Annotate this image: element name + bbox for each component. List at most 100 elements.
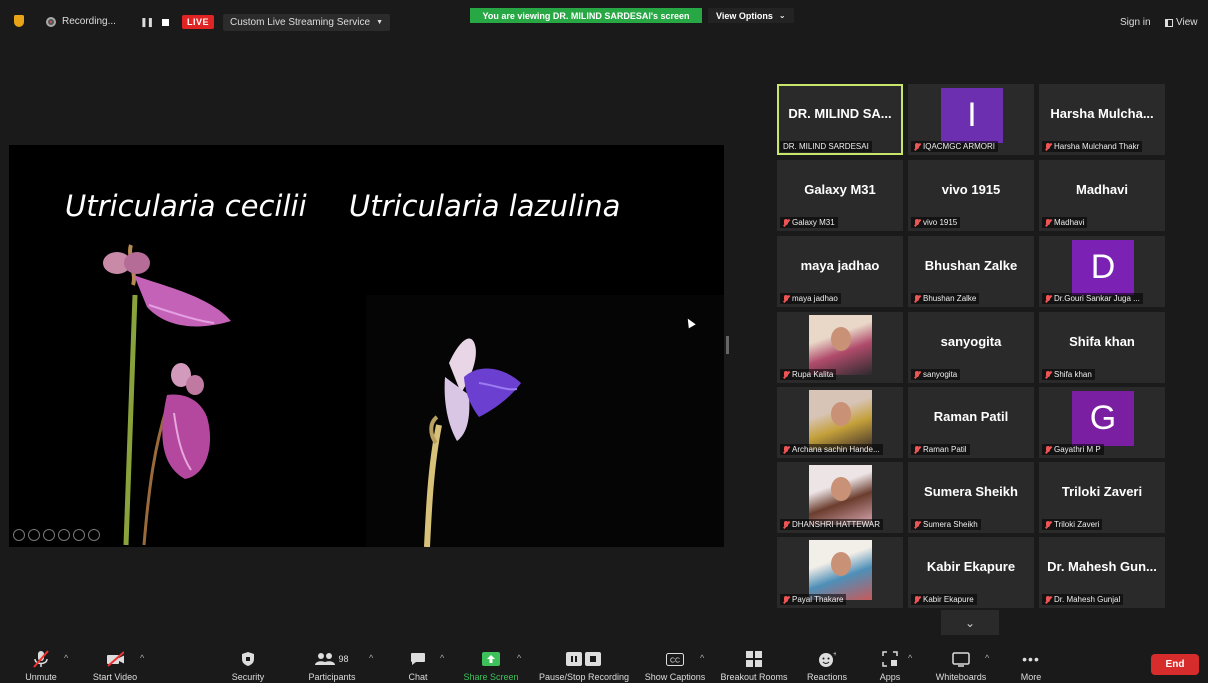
participant-tile[interactable]: Sumera Sheikh Sumera Sheikh — [908, 462, 1034, 533]
view-options-button[interactable]: View Options ⌄ — [708, 8, 794, 23]
whiteboards-label: Whiteboards — [935, 672, 987, 682]
chevron-down-icon: ⌄ — [964, 615, 976, 630]
participant-tile[interactable]: D Dr.Gouri Sankar Juga ... — [1039, 236, 1165, 307]
slides-overview-icon[interactable] — [58, 529, 70, 541]
participant-tile[interactable]: Dr. Mahesh Gun... Dr. Mahesh Gunjal — [1039, 537, 1165, 608]
whiteboards-options-caret-icon[interactable]: ^ — [985, 653, 989, 663]
share-screen-button[interactable]: Share Screen — [463, 638, 519, 683]
muted-microphone-icon — [1045, 445, 1051, 454]
show-captions-label: Show Captions — [644, 672, 706, 682]
participant-tile[interactable]: I IQACMGC ARMORI — [908, 84, 1034, 155]
participant-name-caption: Raman Patil — [911, 444, 970, 455]
participant-tile[interactable]: Payal Thakare — [777, 537, 903, 608]
security-button[interactable]: Security — [228, 638, 268, 683]
pen-icon[interactable] — [43, 529, 55, 541]
muted-microphone-icon — [32, 650, 50, 668]
view-layout-icon — [1165, 18, 1173, 27]
meeting-toolbar: Unmute ^ Start Video ^ Security 98 Parti… — [0, 638, 1208, 682]
muted-microphone-icon — [1045, 218, 1051, 227]
participant-name-label: vivo 1915 — [923, 218, 958, 227]
muted-microphone-icon — [783, 520, 789, 529]
shared-screen-slide: Utricularia cecilii Utricularia lazulina — [9, 145, 724, 547]
participant-tile[interactable]: Bhushan Zalke Bhushan Zalke — [908, 236, 1034, 307]
muted-microphone-icon — [783, 218, 789, 227]
participant-name-caption: Shifa khan — [1042, 369, 1095, 380]
muted-microphone-icon — [783, 445, 789, 454]
participant-name-label: Harsha Mulchand Thakr — [1054, 142, 1140, 151]
start-video-label: Start Video — [92, 672, 138, 682]
security-label: Security — [231, 672, 265, 682]
security-shield-icon[interactable] — [14, 15, 24, 27]
screen-share-banner-text: You are viewing DR. MILIND SARDESAI's sc… — [482, 10, 690, 21]
start-video-button[interactable]: Start Video — [90, 638, 140, 683]
view-label: View — [1176, 17, 1198, 28]
prev-slide-icon[interactable] — [13, 529, 25, 541]
captions-options-caret-icon[interactable]: ^ — [700, 653, 704, 663]
participant-tile[interactable]: Harsha Mulcha... Harsha Mulchand Thakr — [1039, 84, 1165, 155]
participant-tile[interactable]: Rupa Kalita — [777, 312, 903, 383]
audio-options-caret-icon[interactable]: ^ — [64, 653, 68, 663]
muted-microphone-icon — [783, 294, 789, 303]
apps-label: Apps — [879, 672, 901, 682]
view-button[interactable]: View — [1165, 17, 1198, 28]
profile-photo-face — [831, 327, 851, 351]
slide-controls — [13, 529, 100, 541]
apps-options-caret-icon[interactable]: ^ — [908, 653, 912, 663]
pause-recording-icon[interactable]: ❚❚ — [140, 17, 154, 28]
live-label: LIVE — [182, 15, 215, 29]
participant-tile[interactable]: Kabir Ekapure Kabir Ekapure — [908, 537, 1034, 608]
participant-name-caption: maya jadhao — [780, 293, 841, 304]
muted-microphone-icon — [783, 595, 789, 604]
end-meeting-button[interactable]: End — [1151, 654, 1199, 675]
participant-display-name: Bhushan Zalke — [924, 258, 1018, 273]
participant-tile[interactable]: Madhavi Madhavi — [1039, 160, 1165, 231]
participants-options-caret-icon[interactable]: ^ — [369, 653, 373, 663]
participant-tile[interactable]: Shifa khan Shifa khan — [1039, 312, 1165, 383]
next-slide-icon[interactable] — [28, 529, 40, 541]
panel-resize-handle[interactable] — [726, 336, 729, 354]
muted-microphone-icon — [914, 142, 920, 151]
participant-tile[interactable]: Raman Patil Raman Patil — [908, 387, 1034, 458]
participant-name-caption: Dr.Gouri Sankar Juga ... — [1042, 293, 1143, 304]
participant-name-label: Payal Thakare — [792, 595, 844, 604]
pause-stop-recording-button[interactable]: Pause/Stop Recording — [536, 638, 632, 683]
chat-button[interactable]: Chat — [400, 638, 436, 683]
profile-photo-face — [831, 477, 851, 501]
zoom-icon[interactable] — [73, 529, 85, 541]
participant-tile[interactable]: G Gayathri M P — [1039, 387, 1165, 458]
participant-name-label: Dr. Mahesh Gunjal — [1054, 595, 1121, 604]
participant-display-name: Sumera Sheikh — [924, 484, 1018, 499]
stop-recording-icon[interactable] — [162, 19, 170, 26]
participant-display-name: maya jadhao — [800, 258, 880, 273]
whiteboards-button[interactable]: Whiteboards — [929, 638, 993, 683]
video-options-caret-icon[interactable]: ^ — [140, 653, 144, 663]
chat-bubble-icon — [409, 651, 427, 667]
participant-tile[interactable]: DR. MILIND SA... DR. MILIND SARDESAI — [777, 84, 903, 155]
participant-tile[interactable]: vivo 1915 vivo 1915 — [908, 160, 1034, 231]
participant-display-name: Harsha Mulcha... — [1050, 106, 1154, 121]
participant-tile[interactable]: maya jadhao maya jadhao — [777, 236, 903, 307]
unmute-button[interactable]: Unmute — [18, 638, 64, 683]
show-captions-button[interactable]: CC Show Captions — [643, 638, 707, 683]
share-options-caret-icon[interactable]: ^ — [517, 653, 521, 663]
participants-icon: 98 — [312, 651, 352, 667]
participant-tile[interactable]: Triloki Zaveri Triloki Zaveri — [1039, 462, 1165, 533]
participant-tile[interactable]: sanyogita sanyogita — [908, 312, 1034, 383]
gallery-scroll-down-button[interactable]: ⌄ — [941, 610, 999, 635]
participant-count: 98 — [338, 654, 349, 664]
participants-button[interactable]: 98 Participants — [305, 638, 359, 683]
more-options-icon[interactable] — [88, 529, 100, 541]
apps-button[interactable]: Apps — [874, 638, 906, 683]
participant-display-name: Raman Patil — [933, 409, 1009, 424]
participant-tile[interactable]: DHANSHRI HATTEWAR — [777, 462, 903, 533]
participant-name-label: Sumera Sheikh — [923, 520, 978, 529]
participant-name-caption: DR. MILIND SARDESAI — [780, 141, 872, 152]
participant-tile[interactable]: Galaxy M31 Galaxy M31 — [777, 160, 903, 231]
more-button[interactable]: ••• More — [1014, 638, 1048, 683]
sign-in-link[interactable]: Sign in — [1120, 17, 1151, 28]
participant-tile[interactable]: Archana sachin Hande... — [777, 387, 903, 458]
reactions-button[interactable]: + Reactions — [804, 638, 850, 683]
streaming-service-dropdown[interactable]: Custom Live Streaming Service ▼ — [223, 14, 390, 31]
chat-options-caret-icon[interactable]: ^ — [440, 653, 444, 663]
breakout-rooms-button[interactable]: Breakout Rooms — [719, 638, 789, 683]
